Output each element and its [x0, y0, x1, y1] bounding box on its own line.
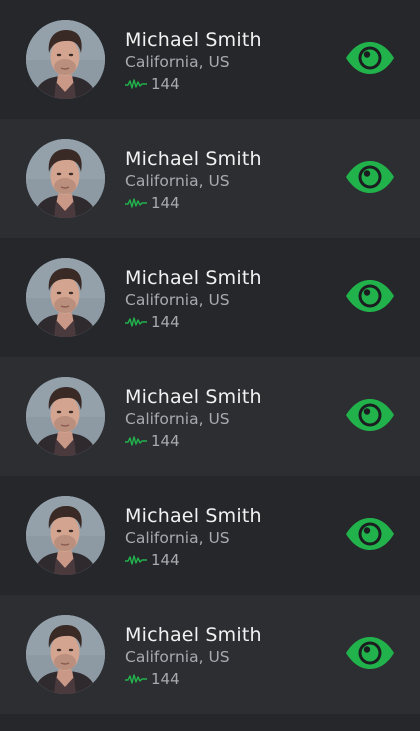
user-list-item[interactable]: Michael Smith California, US 144 [0, 595, 420, 714]
view-profile-button[interactable] [345, 517, 395, 551]
view-profile-button[interactable] [345, 279, 395, 313]
user-location: California, US [125, 291, 230, 309]
avatar-portrait [26, 615, 105, 694]
user-name: Michael Smith [125, 267, 262, 289]
avatar [26, 377, 105, 456]
activity-wave-icon [125, 79, 147, 89]
user-name: Michael Smith [125, 505, 262, 527]
user-list-item[interactable]: Michael Smith California, US 144 [0, 0, 420, 119]
activity-wave-icon [125, 436, 147, 446]
user-info: Michael Smith California, US 144 [125, 267, 262, 332]
avatar [26, 20, 105, 99]
user-list-item[interactable]: Michael Smith California, US 144 [0, 357, 420, 476]
user-list-item[interactable]: Michael Smith California, US 144 [0, 119, 420, 238]
user-stats: 144 [125, 74, 262, 94]
user-name: Michael Smith [125, 29, 262, 51]
activity-wave-icon [125, 198, 147, 208]
view-profile-button[interactable] [345, 398, 395, 432]
user-list: Michael Smith California, US 144 Michael… [0, 0, 420, 714]
user-location: California, US [125, 410, 230, 428]
avatar-portrait [26, 377, 105, 456]
user-location: California, US [125, 53, 230, 71]
activity-wave-icon [125, 317, 147, 327]
user-info: Michael Smith California, US 144 [125, 386, 262, 451]
user-info: Michael Smith California, US 144 [125, 29, 262, 94]
avatar-portrait [26, 258, 105, 337]
list-footer-space [0, 714, 420, 731]
activity-count: 144 [151, 313, 180, 331]
avatar-portrait [26, 139, 105, 218]
user-info: Michael Smith California, US 144 [125, 505, 262, 570]
activity-wave-icon [125, 555, 147, 565]
user-info: Michael Smith California, US 144 [125, 624, 262, 689]
activity-count: 144 [151, 551, 180, 569]
avatar [26, 615, 105, 694]
eye-icon [346, 161, 394, 193]
user-name: Michael Smith [125, 148, 262, 170]
user-location: California, US [125, 529, 230, 547]
eye-icon [346, 42, 394, 74]
view-profile-button[interactable] [345, 160, 395, 194]
user-info: Michael Smith California, US 144 [125, 148, 262, 213]
activity-count: 144 [151, 670, 180, 688]
user-stats: 144 [125, 550, 262, 570]
user-location: California, US [125, 172, 230, 190]
user-stats: 144 [125, 312, 262, 332]
avatar [26, 496, 105, 575]
user-stats: 144 [125, 669, 262, 689]
activity-wave-icon [125, 674, 147, 684]
avatar-portrait [26, 20, 105, 99]
user-stats: 144 [125, 193, 262, 213]
user-location: California, US [125, 648, 230, 666]
user-name: Michael Smith [125, 386, 262, 408]
avatar-portrait [26, 496, 105, 575]
activity-count: 144 [151, 75, 180, 93]
user-list-item[interactable]: Michael Smith California, US 144 [0, 238, 420, 357]
eye-icon [346, 518, 394, 550]
eye-icon [346, 399, 394, 431]
view-profile-button[interactable] [345, 41, 395, 75]
user-stats: 144 [125, 431, 262, 451]
activity-count: 144 [151, 194, 180, 212]
user-list-item[interactable]: Michael Smith California, US 144 [0, 476, 420, 595]
eye-icon [346, 637, 394, 669]
avatar [26, 139, 105, 218]
eye-icon [346, 280, 394, 312]
avatar [26, 258, 105, 337]
user-name: Michael Smith [125, 624, 262, 646]
activity-count: 144 [151, 432, 180, 450]
view-profile-button[interactable] [345, 636, 395, 670]
